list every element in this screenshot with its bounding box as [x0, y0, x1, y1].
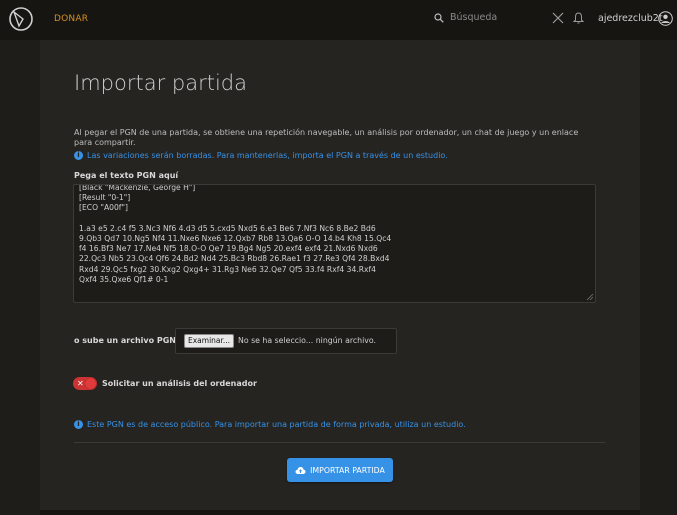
public-note-text: Este PGN es de acceso público. Para impo…	[87, 420, 466, 429]
public-note: i Este PGN es de acceso público. Para im…	[74, 420, 466, 429]
site-logo-icon[interactable]	[8, 6, 34, 32]
pgn-textarea-value[interactable]: [Black "Mackenzie, George H"] [Result "0…	[79, 185, 589, 285]
analysis-toggle[interactable]: ✕	[73, 377, 97, 390]
search-box[interactable]: Búsqueda	[434, 12, 497, 23]
divider	[74, 442, 605, 443]
toggle-knob[interactable]	[85, 378, 96, 389]
upload-label: o sube un archivo PGN	[74, 336, 176, 345]
username-link[interactable]: ajedrezclub2t	[598, 13, 663, 24]
cloud-upload-icon	[295, 466, 306, 474]
variations-note-text: Las variaciones serán borradas. Para man…	[87, 151, 448, 160]
import-button-label: IMPORTAR PARTIDA	[310, 465, 385, 475]
resize-handle-icon[interactable]	[586, 293, 594, 301]
info-icon: i	[74, 151, 83, 160]
info-icon: i	[74, 420, 83, 429]
pgn-file-input[interactable]: Examinar... No se ha seleccio... ningún …	[175, 328, 397, 354]
page-background-right	[640, 40, 677, 515]
import-description: Al pegar el PGN de una partida, se obtie…	[74, 128, 579, 147]
donate-link[interactable]: DONAR	[54, 14, 88, 24]
file-status: No se ha seleccio... ningún archivo.	[238, 336, 377, 345]
pgn-textarea[interactable]: [Black "Mackenzie, George H"] [Result "0…	[73, 184, 596, 303]
browse-file-button[interactable]: Examinar...	[184, 334, 235, 348]
search-placeholder: Búsqueda	[450, 12, 498, 23]
user-avatar-icon[interactable]	[658, 11, 673, 26]
page-background-left	[0, 40, 40, 515]
top-bar: DONAR Búsqueda ajedrezclub2t	[0, 0, 677, 40]
page-title: Importar partida	[74, 71, 247, 95]
challenge-swords-icon[interactable]	[552, 12, 564, 24]
notification-bell-icon[interactable]	[573, 12, 584, 24]
import-game-button[interactable]: IMPORTAR PARTIDA	[287, 458, 393, 482]
toggle-off-icon: ✕	[77, 379, 84, 388]
pgn-label: Pega el texto PGN aquí	[74, 171, 179, 180]
variations-note: i Las variaciones serán borradas. Para m…	[74, 151, 448, 160]
analysis-label[interactable]: Solicitar un análisis del ordenador	[102, 379, 257, 388]
import-panel: Importar partida Al pegar el PGN de una …	[40, 40, 640, 510]
search-icon	[434, 12, 444, 23]
